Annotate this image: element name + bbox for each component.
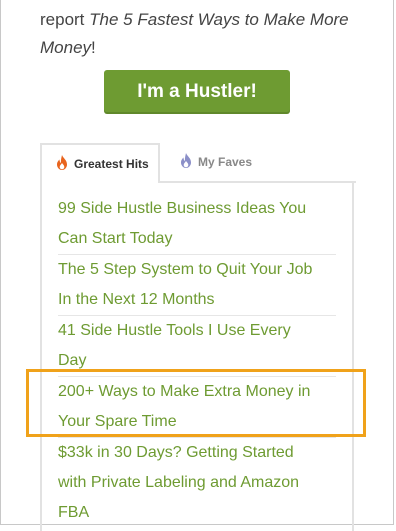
post-title-line: Can Start Today [58,230,173,247]
post-link-side-hustle-tools[interactable]: 41 Side Hustle Tools I Use Every Day [58,316,338,376]
post-tabs: Greatest Hits My Faves [40,143,356,183]
promo-text: report The 5 Fastest Ways to Make More M… [40,6,380,62]
post-title-line: The 5 Step System to Quit Your Job [58,261,313,278]
bookmark-flame-icon [180,153,198,171]
post-title-line: with Private Labeling and Amazon [58,474,300,491]
post-title-line: 41 Side Hustle Tools I Use Every [58,322,291,339]
post-title-line: In the Next 12 Months [58,291,215,308]
post-title-line: $33k in 30 Days? Getting Started [58,444,294,461]
flame-icon [56,155,74,173]
post-link-quit-your-job[interactable]: The 5 Step System to Quit Your Job In th… [58,255,338,315]
post-title-line: Your Spare Time [58,413,177,430]
promo-suffix: ! [91,38,96,57]
post-title-line: 200+ Ways to Make Extra Money in [58,383,311,400]
tab-my-faves-label: My Faves [198,155,253,169]
promo-prefix: report [40,10,90,29]
post-title-line: FBA [58,504,90,521]
tab-my-faves[interactable]: My Faves [160,143,356,183]
tab-greatest-hits-label: Greatest Hits [74,157,149,171]
post-link-side-hustle-ideas[interactable]: 99 Side Hustle Business Ideas You Can St… [58,194,338,254]
post-title-line: 99 Side Hustle Business Ideas You [58,200,307,217]
post-title-line: Day [58,352,87,369]
tab-greatest-hits[interactable]: Greatest Hits [40,143,160,183]
post-link-extra-money[interactable]: 200+ Ways to Make Extra Money in Your Sp… [58,377,338,437]
hustler-button[interactable]: I'm a Hustler! [104,70,290,114]
post-link-private-labeling[interactable]: $33k in 30 Days? Getting Started with Pr… [58,438,338,528]
